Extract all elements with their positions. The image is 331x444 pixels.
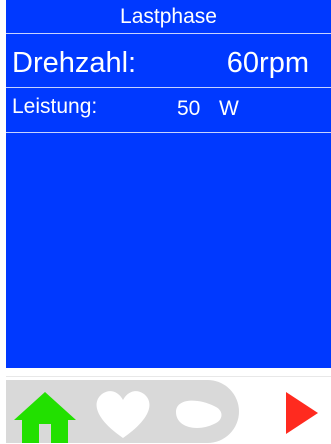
speed-value: 60rpm	[226, 47, 309, 79]
power-label: Leistung:	[12, 95, 98, 118]
power-value: 50	[177, 97, 201, 120]
play-button[interactable]	[282, 388, 322, 438]
home-icon	[14, 392, 76, 443]
divider	[6, 87, 331, 88]
heart-icon	[96, 391, 150, 438]
screen-title: Lastphase	[120, 5, 217, 28]
drop-button[interactable]	[162, 380, 240, 443]
play-icon	[286, 392, 318, 434]
drop-icon	[176, 400, 222, 428]
speed-label: Drehzahl:	[12, 47, 137, 79]
divider	[6, 132, 331, 133]
home-button[interactable]	[6, 380, 84, 443]
main-screen: Lastphase Drehzahl: 60rpm Leistung: 50 W	[6, 0, 331, 368]
bottom-nav	[0, 368, 331, 444]
power-unit: W	[219, 97, 239, 120]
divider	[6, 33, 331, 34]
heart-button[interactable]	[84, 380, 162, 443]
